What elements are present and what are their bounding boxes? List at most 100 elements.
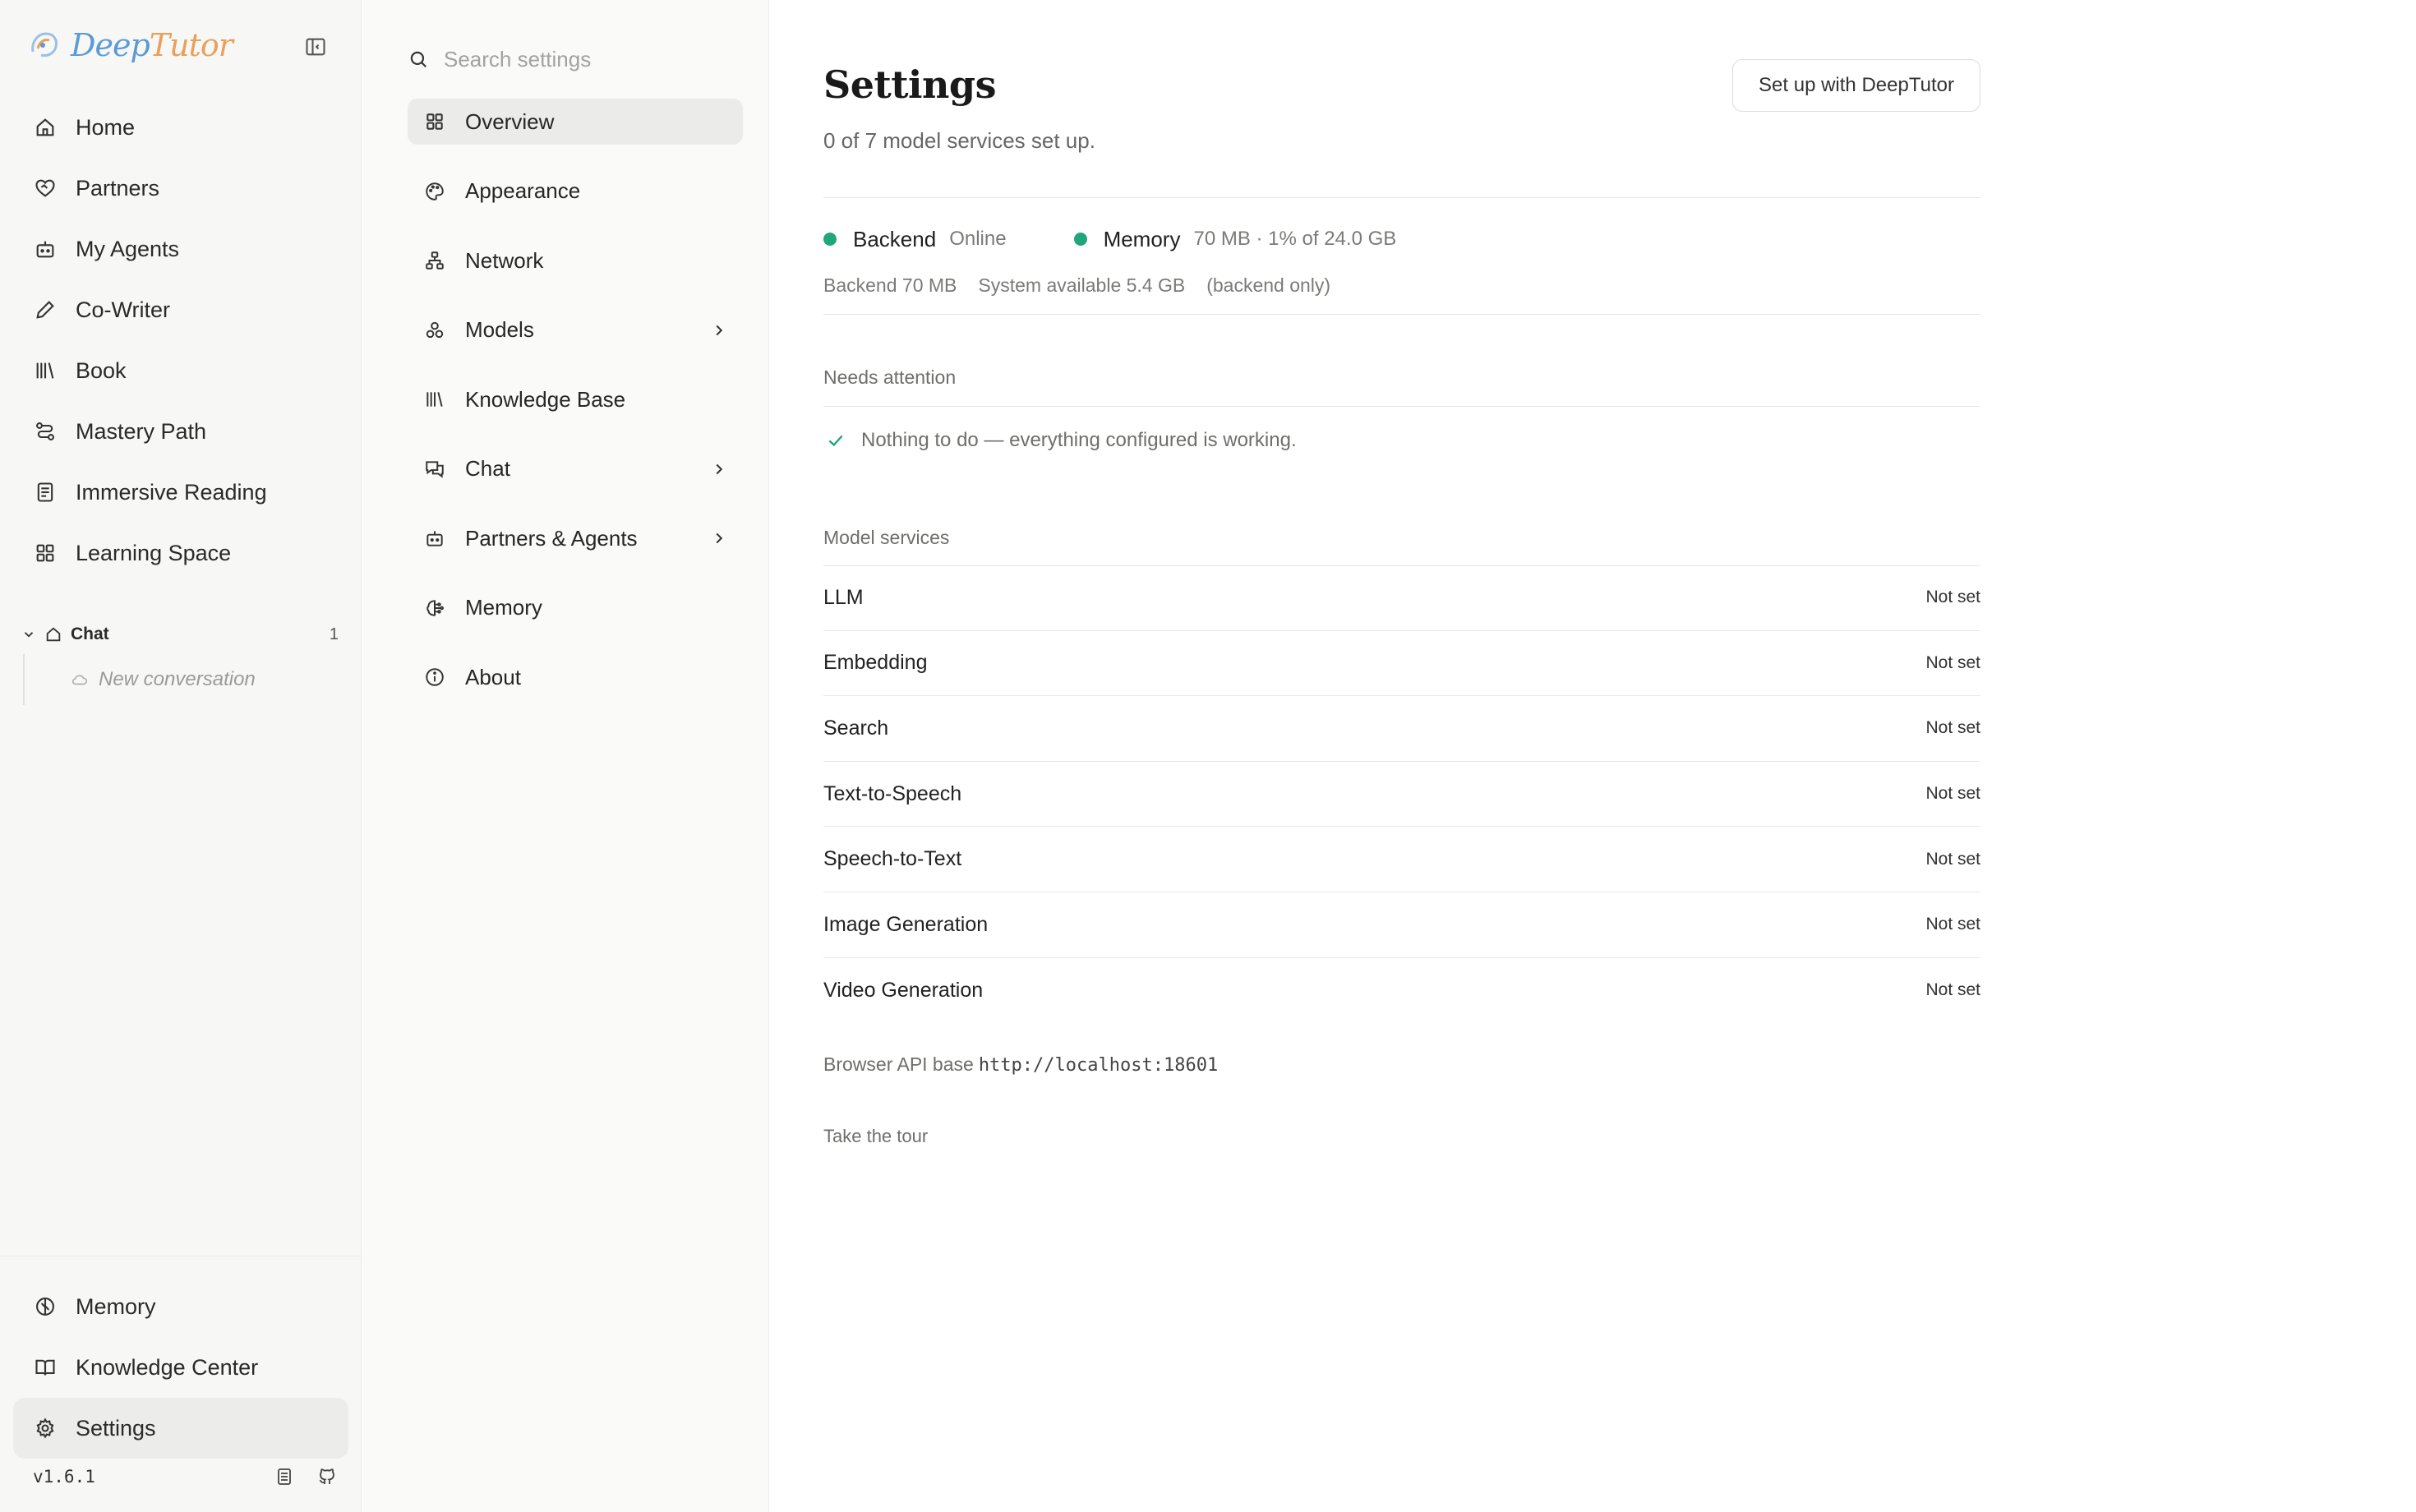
subnav-item-models[interactable]: Models (408, 307, 743, 353)
github-link[interactable] (317, 1467, 337, 1487)
subnav-item-memory[interactable]: Memory (408, 585, 743, 631)
nav-item-learning-space[interactable]: Learning Space (13, 523, 348, 583)
take-tour-link[interactable]: Take the tour (823, 1126, 928, 1147)
pen-icon (33, 297, 58, 322)
service-name: Video Generation (823, 978, 984, 1002)
home-icon (33, 115, 58, 140)
document-icon (278, 1468, 291, 1485)
library-icon (422, 387, 447, 412)
service-status: Not set (1925, 915, 1980, 934)
nav-item-book[interactable]: Book (13, 340, 348, 401)
nav-item-knowledge-center[interactable]: Knowledge Center (13, 1337, 348, 1398)
footer-links (274, 1467, 337, 1487)
service-name: Image Generation (823, 912, 989, 936)
sidebar-bottom-nav: Memory Knowledge Center Settings (0, 1256, 362, 1459)
subnav-item-label: Overview (465, 108, 555, 134)
subnav-item-appearance[interactable]: Appearance (408, 168, 743, 214)
service-row-tts[interactable]: Text-to-Speech Not set (823, 762, 1980, 827)
nav-item-co-writer[interactable]: Co-Writer (13, 279, 348, 340)
network-icon (422, 248, 447, 273)
info-icon (422, 665, 447, 689)
service-row-image-generation[interactable]: Image Generation Not set (823, 892, 1980, 958)
bot-icon (422, 526, 447, 551)
service-status: Not set (1925, 718, 1980, 738)
divider (823, 314, 1980, 315)
service-status: Not set (1925, 588, 1980, 607)
attention-message: Nothing to do — everything configured is… (825, 426, 1297, 455)
nav-item-mastery-path[interactable]: Mastery Path (13, 401, 348, 462)
version-label: v1.6.1 (33, 1467, 95, 1487)
service-row-llm[interactable]: LLM Not set (823, 565, 1980, 631)
subnav-item-network[interactable]: Network (408, 237, 743, 284)
docs-link[interactable] (274, 1467, 294, 1487)
service-status: Not set (1925, 652, 1980, 672)
nav-item-label: Partners (76, 175, 160, 201)
brain-icon (33, 1294, 58, 1319)
nav-item-home[interactable]: Home (13, 97, 348, 158)
conversation-item[interactable]: New conversation (23, 654, 347, 705)
chevron-right-icon (716, 325, 723, 335)
nav-item-partners[interactable]: Partners (13, 158, 348, 219)
nav-item-settings[interactable]: Settings (13, 1398, 348, 1459)
service-row-search[interactable]: Search Not set (823, 696, 1980, 762)
subnav-item-label: Models (465, 317, 534, 342)
subnav-item-label: Partners & Agents (465, 525, 638, 551)
subnav-item-knowledge-base[interactable]: Knowledge Base (408, 376, 743, 422)
nav-item-memory[interactable]: Memory (13, 1276, 348, 1337)
cloud-icon (71, 675, 88, 685)
service-name: Text-to-Speech (823, 781, 962, 805)
service-name: Speech-to-Text (823, 847, 962, 871)
nav-item-my-agents[interactable]: My Agents (13, 219, 348, 279)
chevron-right-icon (716, 463, 723, 474)
version-row: v1.6.1 (33, 1461, 337, 1492)
github-icon (319, 1468, 334, 1484)
model-services-list: LLM Not set Embedding Not set Search Not… (823, 565, 1980, 1023)
nav-item-label: Memory (76, 1293, 156, 1319)
service-name: Embedding (823, 651, 928, 675)
boxes-icon (422, 318, 447, 343)
subnav-item-label: Knowledge Base (465, 386, 626, 412)
attention-text: Nothing to do — everything configured is… (861, 429, 1297, 451)
subnav-item-overview[interactable]: Overview (408, 99, 743, 145)
divider (823, 406, 1980, 407)
brand-logo[interactable]: DeepTutor (26, 25, 233, 66)
subnav-item-label: Chat (465, 456, 510, 481)
subnav-item-chat[interactable]: Chat (408, 446, 743, 492)
collapse-sidebar-button[interactable] (301, 33, 330, 61)
chat-group-label: Chat (71, 625, 109, 643)
backend-memory: Backend 70 MB (823, 274, 957, 296)
bot-icon (33, 237, 58, 261)
subnav-item-about[interactable]: About (408, 654, 743, 700)
app-sidebar: DeepTutor Home Partners My Agents Co-Wri… (0, 0, 362, 1512)
panel-left-icon (306, 38, 325, 56)
search-icon (410, 51, 426, 67)
subnav-item-label: Memory (465, 595, 542, 620)
grid-icon (33, 541, 58, 565)
service-status: Not set (1925, 784, 1980, 804)
nav-item-immersive-reading[interactable]: Immersive Reading (13, 462, 348, 523)
model-services-heading: Model services (823, 527, 950, 548)
brand-icon (31, 32, 58, 57)
library-icon (33, 358, 58, 383)
service-status: Not set (1925, 849, 1980, 869)
needs-attention-heading: Needs attention (823, 366, 957, 388)
api-base-url: http://localhost:18601 (978, 1055, 1219, 1076)
service-row-embedding[interactable]: Embedding Not set (823, 631, 1980, 697)
service-row-stt[interactable]: Speech-to-Text Not set (823, 827, 1980, 892)
backend-label: Backend (853, 226, 937, 251)
nav-item-label: Learning Space (76, 540, 232, 565)
nav-item-label: Home (76, 114, 136, 140)
nav-item-label: Co-Writer (76, 297, 171, 322)
nav-item-label: Book (76, 357, 127, 383)
settings-sections: Overview Appearance Network Models Knowl… (408, 99, 743, 724)
memory-detail: Backend 70 MB System available 5.4 GB (b… (823, 274, 1330, 297)
settings-search[interactable]: Search settings (408, 41, 591, 77)
brand-name-part1: Deep (71, 27, 150, 63)
gear-icon (33, 1416, 58, 1441)
setup-with-deeptutor-button[interactable]: Set up with DeepTutor (1732, 59, 1980, 112)
subnav-item-partners-agents[interactable]: Partners & Agents (408, 515, 743, 561)
service-row-video-generation[interactable]: Video Generation Not set (823, 958, 1980, 1024)
system-status: Backend Online Memory 70 MB · 1% of 24.0… (823, 224, 1396, 255)
nav-item-label: Settings (76, 1415, 156, 1441)
chat-group-header[interactable]: Chat 1 (21, 618, 347, 651)
